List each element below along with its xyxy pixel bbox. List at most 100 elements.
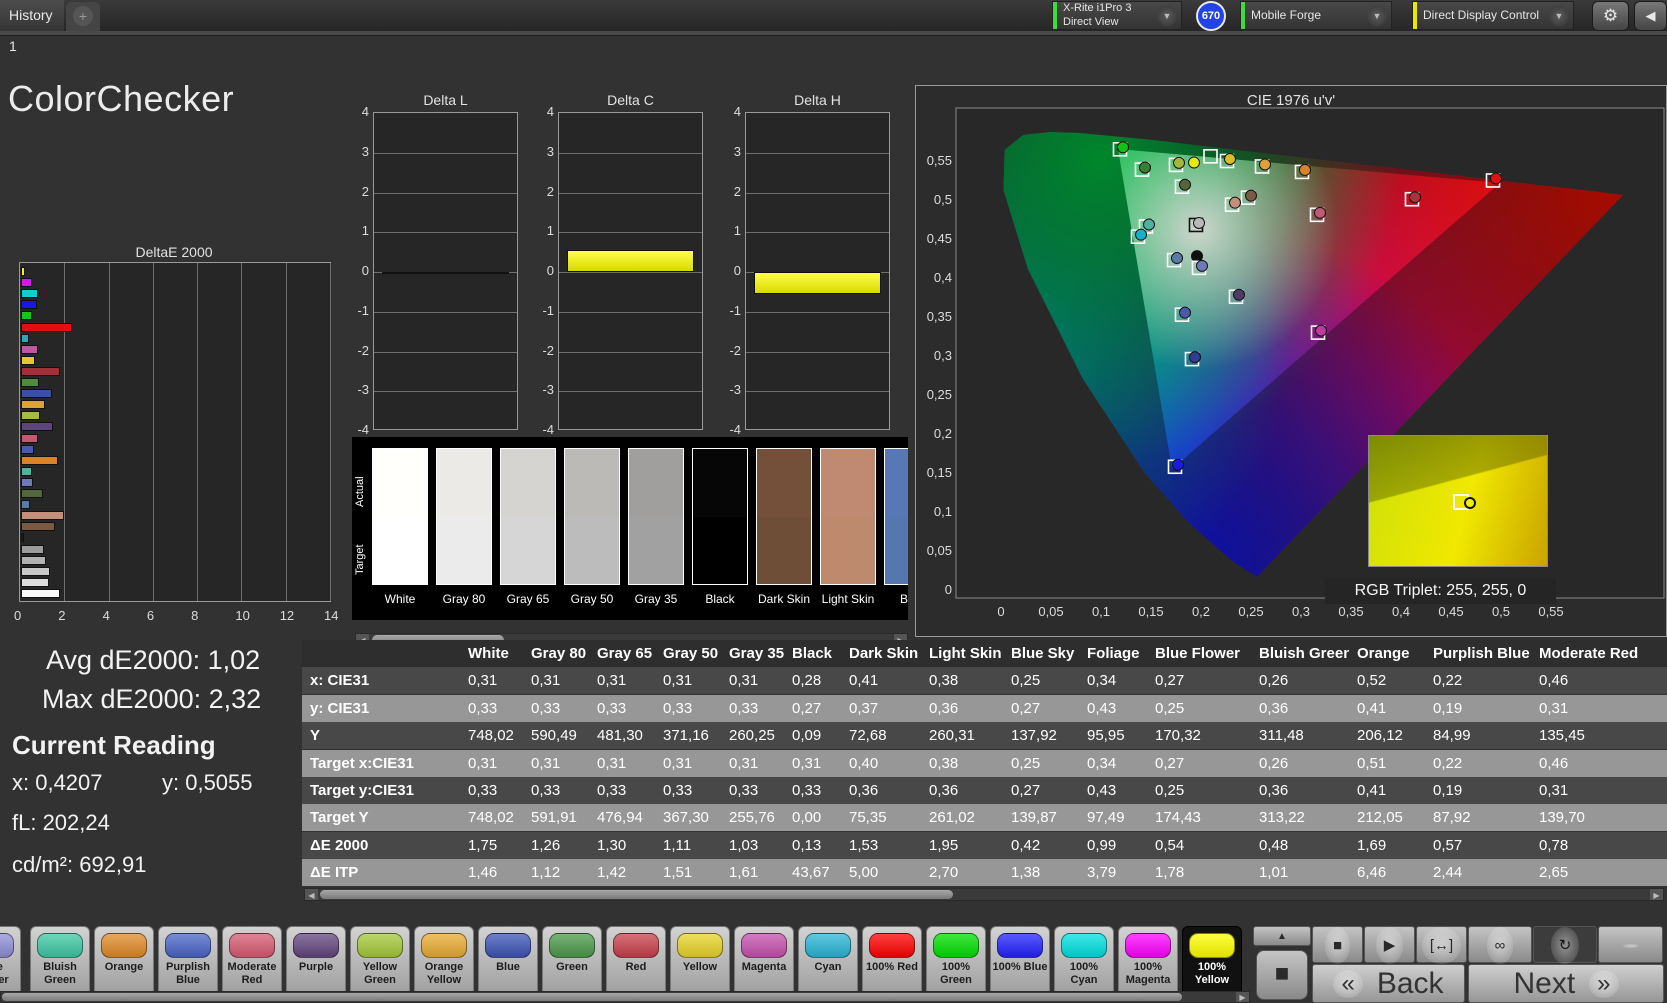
toolbar-scroll-thumb[interactable]: [2, 993, 1182, 1001]
table-cell: 313,22: [1259, 809, 1305, 827]
table-cell: 206,12: [1357, 727, 1403, 745]
table-cell: 0,99: [1087, 836, 1117, 854]
y-tick-label: -1: [542, 302, 554, 318]
deltae-bar-black: [21, 533, 24, 543]
y-tick-label: 2: [546, 183, 554, 199]
calman-app-window: History 1 + X-Rite i1Pro 3 Direct View ▼ …: [0, 0, 1667, 1003]
current-x-readout: x: 0,4207: [12, 770, 103, 795]
deltae-bar-purple: [21, 422, 54, 432]
patch-button-label: 100% Yellow: [1194, 961, 1230, 986]
scroll-right-icon[interactable]: ▶: [1650, 889, 1663, 900]
patch-button-label: 100% Cyan: [1069, 961, 1099, 986]
table-cell: 1,61: [729, 864, 759, 882]
deltae-bar-orange: [21, 455, 59, 465]
record-icon: [1622, 944, 1639, 948]
y-tick-label: 0: [733, 263, 741, 278]
interval-button[interactable]: [↔]: [1416, 926, 1467, 964]
new-tab-button[interactable]: +: [66, 2, 100, 31]
meter-dropdown[interactable]: X-Rite i1Pro 3 Direct View ▼: [1052, 1, 1182, 30]
table-scrollbar[interactable]: ◀ ▶: [304, 888, 1664, 901]
gridline: [285, 263, 287, 601]
patch-color-pill: [933, 933, 979, 958]
patch-color-pill: [0, 933, 14, 958]
loop-infinity-button[interactable]: ∞: [1468, 926, 1532, 964]
table-cell: 0,33: [531, 699, 561, 717]
play-button[interactable]: ▶: [1364, 926, 1415, 964]
stop-session-button[interactable]: ■: [1256, 950, 1308, 1000]
column-header: Black: [792, 645, 833, 662]
gridline: [746, 311, 889, 313]
delta-chart-title: Delta C: [607, 92, 654, 108]
table-row: Y 748,02 590,49 481,30 371,16 260,25 0,09 72,68…: [302, 722, 1667, 750]
patch-color-pill: [741, 933, 787, 958]
gridline: [64, 263, 66, 601]
table-cell: 0,33: [729, 782, 759, 799]
table-cell: 1,11: [663, 836, 692, 854]
table-cell: 0,37: [849, 699, 879, 717]
table-cell: 0,40: [849, 754, 879, 772]
column-header: Blue Flower: [1155, 645, 1241, 662]
table-cell: 0,13: [792, 836, 822, 854]
x-tick-label: 0,45: [1438, 604, 1464, 619]
back-button[interactable]: « Back: [1312, 964, 1465, 1003]
measured-point-yellow-green: [1173, 156, 1185, 169]
display-control-dropdown[interactable]: Direct Display Control ▼: [1412, 1, 1574, 30]
settings-button[interactable]: ⚙: [1592, 1, 1629, 31]
record-button[interactable]: [1598, 926, 1663, 963]
scroll-right-icon[interactable]: ▶: [1236, 992, 1249, 1002]
table-cell: 2,44: [1433, 864, 1463, 882]
measured-point-blue-flower: [1196, 259, 1208, 272]
y-tick-label: 0: [361, 263, 369, 278]
y-tick-label: 1: [546, 223, 554, 239]
delta-chart-title: Delta L: [423, 92, 468, 108]
table-cell: 135,45: [1539, 727, 1585, 745]
next-button[interactable]: Next »: [1468, 964, 1664, 1003]
table-cell: 0,25: [1011, 672, 1041, 690]
patch-color-pill: [997, 933, 1043, 958]
page-up-button[interactable]: ▲: [1253, 926, 1311, 946]
meter-name: X-Rite i1Pro 3: [1063, 1, 1132, 14]
chevron-down-icon: ▼: [1549, 5, 1569, 26]
table-cell: 0,33: [468, 699, 498, 717]
patch-target: [693, 516, 747, 584]
patch-name: Light Skin: [821, 592, 875, 606]
patch-button-label: 100% Green: [940, 961, 972, 986]
table-cell: 0,00: [792, 809, 822, 827]
deltae-bar-blue: [21, 389, 52, 399]
x-tick-label: 0,15: [1138, 604, 1164, 619]
scroll-left-icon[interactable]: ◀: [305, 889, 318, 900]
table-cell: 0,31: [531, 672, 561, 690]
delta-bar: [382, 272, 509, 274]
table-cell: 1,53: [849, 836, 879, 854]
table-scroll-thumb[interactable]: [320, 890, 953, 899]
deltae-bar-cyan: [21, 333, 29, 343]
tab-history-1[interactable]: History 1: [0, 0, 64, 54]
patch-color-pill: [677, 933, 723, 958]
y-tick-label: -3: [729, 382, 741, 398]
table-cell: 0,36: [1259, 699, 1289, 717]
meter-mode: Direct View: [1063, 15, 1119, 28]
measured-point-purplish-blue: [1179, 306, 1191, 319]
current-y-readout: y: 0,5055: [162, 770, 253, 795]
measured-point-100-red: [1490, 172, 1502, 185]
refresh-button[interactable]: ↻: [1533, 926, 1597, 964]
current-reading-label: Current Reading: [12, 730, 216, 760]
y-tick-label: 1: [733, 223, 741, 239]
x-tick-label: 0,25: [1238, 604, 1264, 619]
deltae-bar-100-yellow: [21, 267, 26, 276]
workflow-dropdown[interactable]: Mobile Forge ▼: [1240, 1, 1392, 30]
patch-light-skin: [820, 448, 876, 585]
table-cell: 174,43: [1155, 809, 1201, 827]
y-tick-label: 0,15: [926, 465, 952, 480]
gridline: [197, 263, 199, 601]
table-cell: 137,92: [1011, 727, 1057, 745]
gridline: [559, 311, 702, 313]
collapse-panel-button[interactable]: ◀: [1634, 1, 1667, 31]
toolbar-scrollbar[interactable]: ▶: [0, 991, 1250, 1003]
deltae-bar-100-green: [21, 311, 33, 321]
table-cell: 0,33: [597, 699, 627, 717]
patch-button-label: 100% Blue: [992, 961, 1048, 973]
stop-button[interactable]: ■: [1312, 926, 1363, 964]
table-cell: 6,46: [1357, 864, 1387, 882]
table-cell: 1,42: [597, 864, 627, 882]
